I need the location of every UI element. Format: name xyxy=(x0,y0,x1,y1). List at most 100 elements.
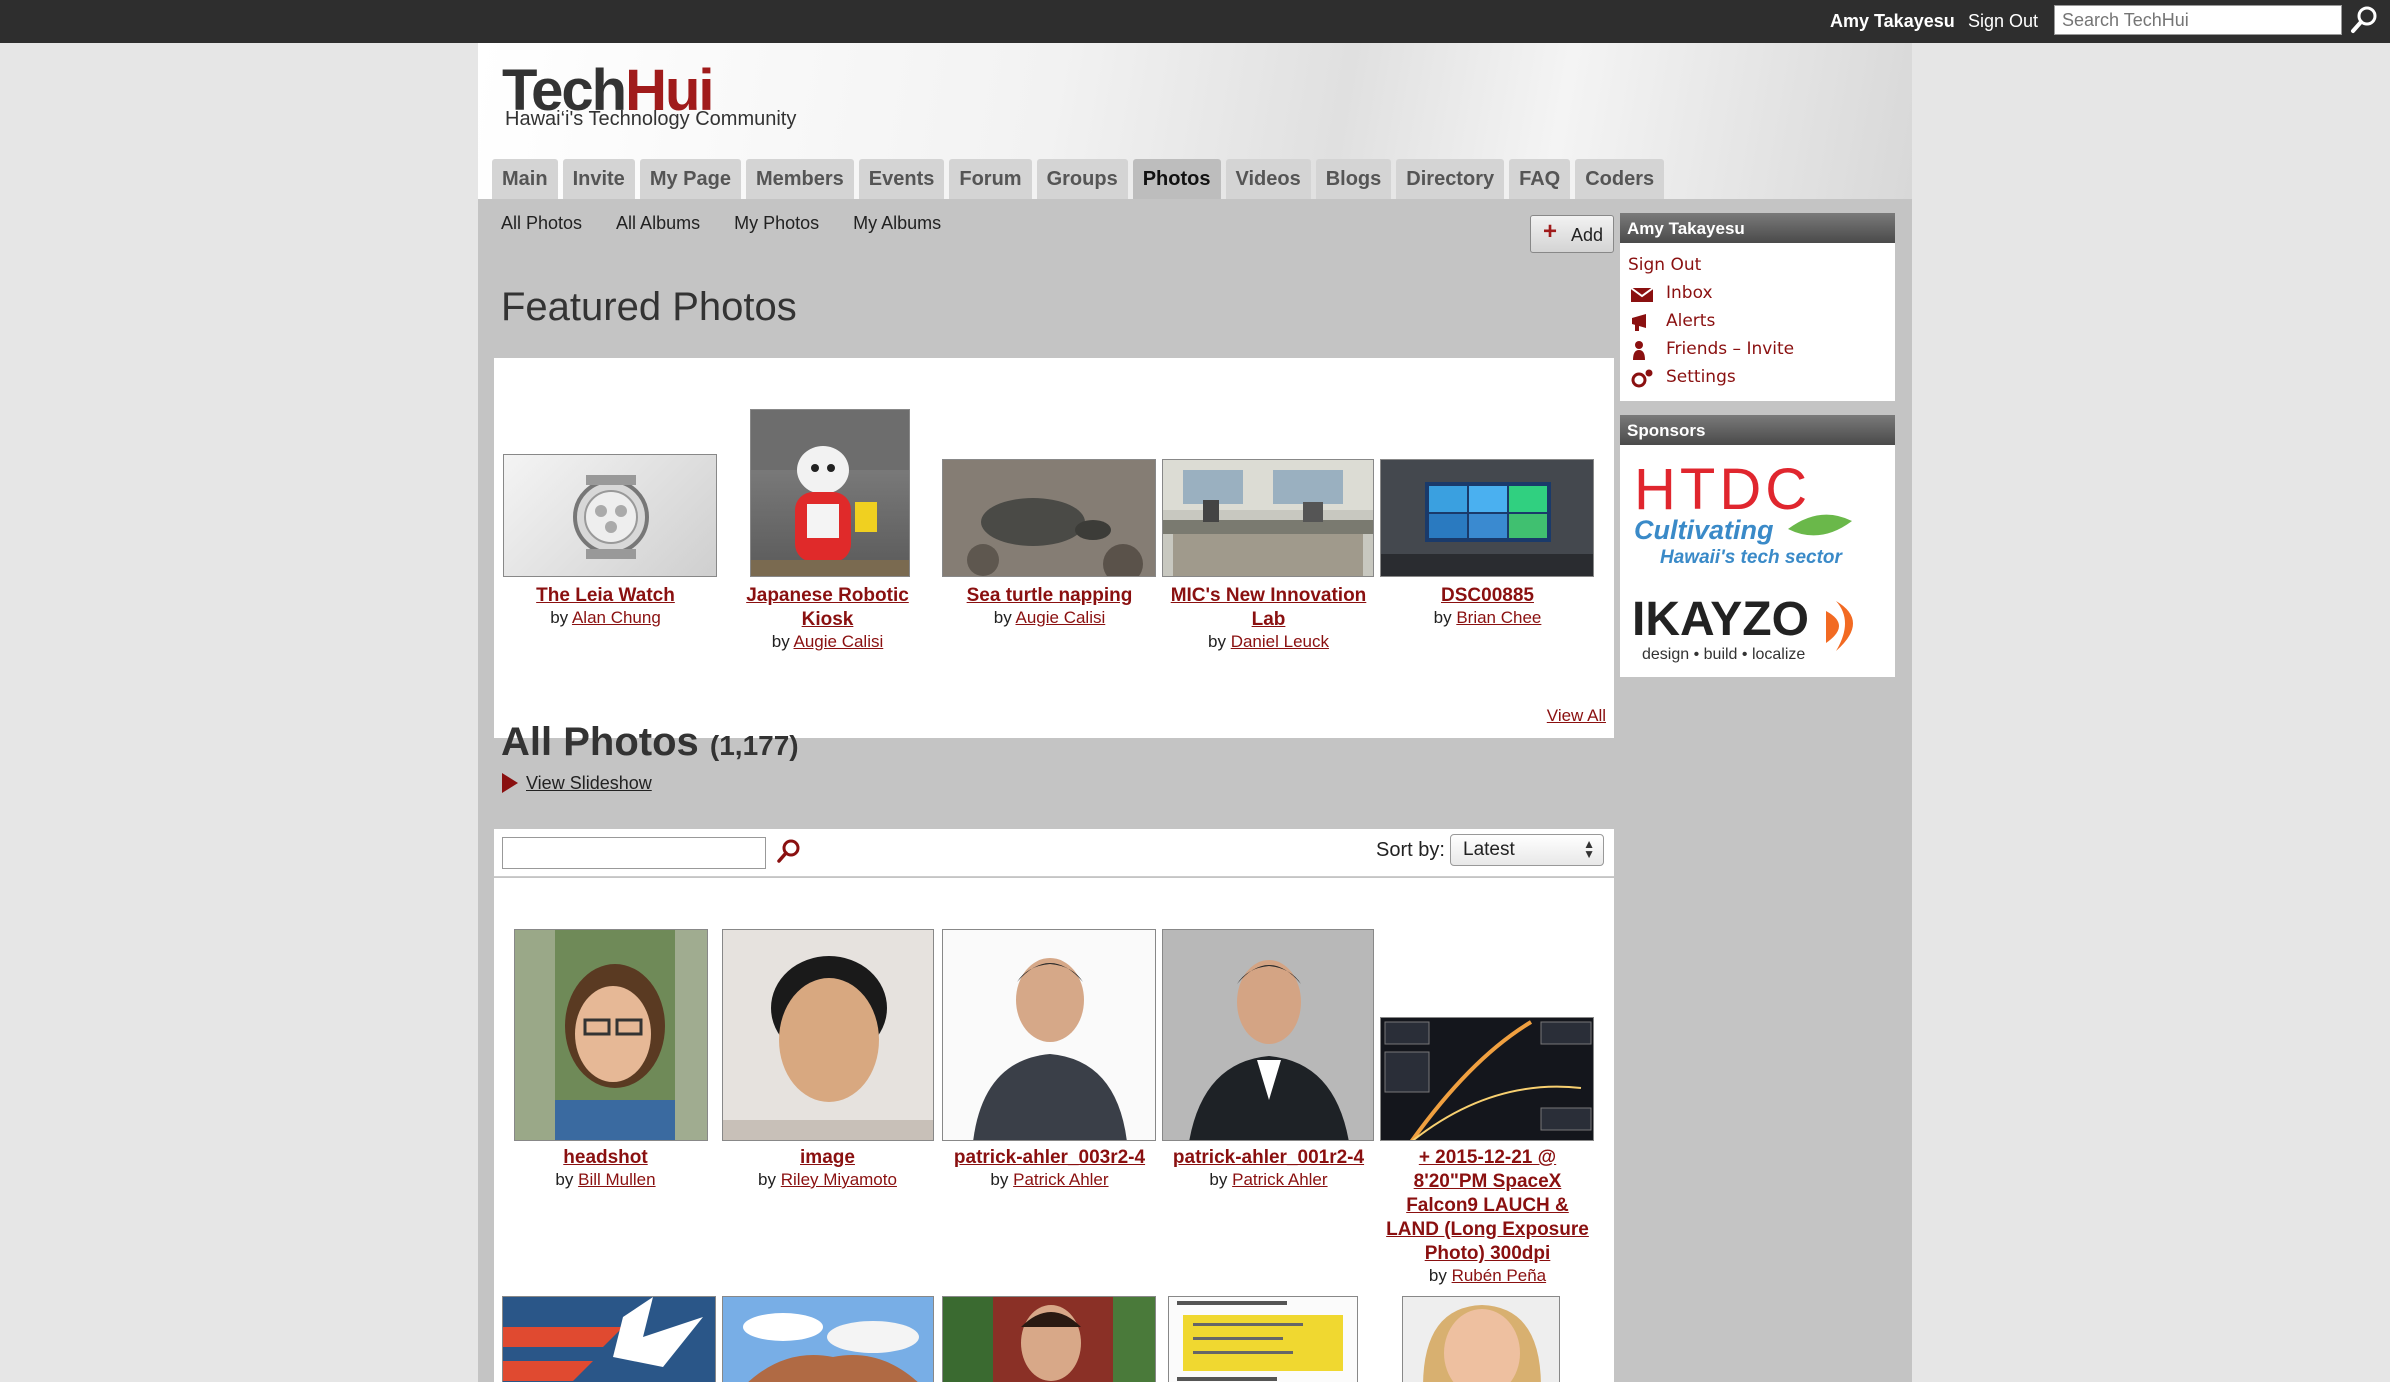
sponsors-box: Sponsors HTDC Cultivating Hawaii's tech … xyxy=(1620,415,1895,677)
subnav-all-albums[interactable]: All Albums xyxy=(616,213,700,234)
author-link[interactable]: Alan Chung xyxy=(572,608,661,627)
site-header: TechHui Hawai‘i's Technology Community M… xyxy=(478,43,1912,199)
friends-label: Friends – Invite xyxy=(1666,339,1795,359)
title-line-1: MIC's New Innovation xyxy=(1170,585,1367,606)
tab-main[interactable]: Main xyxy=(492,159,558,199)
sort-label: Sort by: xyxy=(1376,839,1445,861)
photo-thumb[interactable] xyxy=(722,1296,934,1382)
title-line-2: Kiosk xyxy=(801,609,854,630)
photo-search-input[interactable] xyxy=(502,837,766,869)
by-label: by xyxy=(1428,1266,1447,1285)
photo-title-link[interactable]: patrick-ahler_003r2-4 xyxy=(942,1146,1157,1170)
author-link[interactable]: Augie Calisi xyxy=(794,632,884,651)
author-link[interactable]: Bill Mullen xyxy=(578,1170,655,1189)
title-line-1: Japanese Robotic xyxy=(746,585,909,606)
user-box-header: Amy Takayesu xyxy=(1620,213,1895,243)
photo-thumb[interactable] xyxy=(503,454,717,577)
photo-thumb[interactable] xyxy=(502,1296,716,1382)
tab-forum[interactable]: Forum xyxy=(949,159,1032,199)
photo-thumb[interactable] xyxy=(750,409,910,577)
by-label: by xyxy=(550,608,569,627)
photo-byline: by Riley Miyamoto xyxy=(720,1170,935,1190)
current-user-link[interactable]: Amy Takayesu xyxy=(1830,11,1955,32)
sponsor-logos[interactable]: HTDC Cultivating Hawaii's tech sector IK… xyxy=(1620,445,1895,677)
all-photos-grid: headshot by Bill Mullen image by Riley M… xyxy=(494,878,1614,1382)
photo-thumb[interactable] xyxy=(722,929,934,1141)
photo-count: (1,177) xyxy=(709,730,799,761)
title-line: LAND (Long Exposure xyxy=(1386,1219,1589,1240)
author-link[interactable]: Daniel Leuck xyxy=(1231,632,1329,651)
photo-byline: by Patrick Ahler xyxy=(1161,1170,1376,1190)
by-label: by xyxy=(758,1170,777,1189)
subnav-my-photos[interactable]: My Photos xyxy=(734,213,819,234)
tab-invite[interactable]: Invite xyxy=(562,159,635,199)
htdc-slogan-2: Hawaii's tech sector xyxy=(1660,547,1844,568)
photo-thumb[interactable] xyxy=(1162,929,1374,1141)
author-link[interactable]: Augie Calisi xyxy=(1016,608,1106,627)
subnav-my-albums[interactable]: My Albums xyxy=(853,213,941,234)
photo-title-link[interactable]: Sea turtle napping xyxy=(942,584,1157,608)
photo-byline: by Augie Calisi xyxy=(720,632,935,652)
photo-title-link[interactable]: headshot xyxy=(498,1146,713,1170)
photo-title-link[interactable]: Japanese Robotic Kiosk xyxy=(720,584,935,632)
photo-title-link[interactable]: The Leia Watch xyxy=(498,584,713,608)
sidebar: Amy Takayesu Sign Out Inbox Alerts Frien… xyxy=(1620,213,1895,677)
sidebar-item-alerts[interactable]: Alerts xyxy=(1628,307,1887,335)
tab-coders[interactable]: Coders xyxy=(1575,159,1665,199)
author-link[interactable]: Rubén Peña xyxy=(1452,1266,1547,1285)
play-icon xyxy=(502,773,518,793)
subnav-all-photos[interactable]: All Photos xyxy=(501,213,582,234)
photo-byline: by Rubén Peña xyxy=(1380,1266,1595,1286)
author-link[interactable]: Patrick Ahler xyxy=(1232,1170,1327,1189)
sidebar-sign-out[interactable]: Sign Out xyxy=(1628,251,1887,279)
view-all-link[interactable]: View All xyxy=(1547,706,1606,726)
search-icon[interactable] xyxy=(774,837,804,867)
sidebar-item-inbox[interactable]: Inbox xyxy=(1628,279,1887,307)
author-link[interactable]: Brian Chee xyxy=(1456,608,1541,627)
tab-my-page[interactable]: My Page xyxy=(639,159,741,199)
photo-thumb[interactable] xyxy=(1402,1296,1560,1382)
photo-thumb[interactable] xyxy=(1380,459,1594,577)
htdc-logo: HTDC xyxy=(1634,457,1811,522)
sign-out-link[interactable]: Sign Out xyxy=(1968,11,2038,32)
tab-directory[interactable]: Directory xyxy=(1396,159,1505,199)
search-input[interactable] xyxy=(2054,5,2342,35)
by-label: by xyxy=(1208,632,1226,651)
by-label: by xyxy=(555,1170,574,1189)
sidebar-item-settings[interactable]: Settings xyxy=(1628,363,1887,391)
user-box: Sign Out Inbox Alerts Friends – Invite S… xyxy=(1620,243,1895,401)
photo-title-link[interactable]: image xyxy=(720,1146,935,1170)
photo-thumb[interactable] xyxy=(1162,459,1374,577)
tab-members[interactable]: Members xyxy=(745,159,854,199)
photo-byline: by Alan Chung xyxy=(498,608,713,628)
tab-faq[interactable]: FAQ xyxy=(1509,159,1571,199)
tab-groups[interactable]: Groups xyxy=(1036,159,1128,199)
by-label: by xyxy=(771,632,790,651)
photo-byline: by Augie Calisi xyxy=(942,608,1157,628)
photo-thumb[interactable] xyxy=(514,929,708,1141)
photo-thumb[interactable] xyxy=(942,459,1156,577)
by-label: by xyxy=(990,1170,1009,1189)
ikayzo-logo: IKAYZO xyxy=(1632,593,1809,646)
search-icon[interactable] xyxy=(2348,4,2380,36)
photo-thumb[interactable] xyxy=(1168,1296,1358,1382)
site-tagline: Hawai‘i's Technology Community xyxy=(505,108,797,130)
sidebar-item-friends[interactable]: Friends – Invite xyxy=(1628,335,1887,363)
author-link[interactable]: Riley Miyamoto xyxy=(781,1170,897,1189)
photo-thumb[interactable] xyxy=(1380,1017,1594,1141)
photo-thumb[interactable] xyxy=(942,1296,1156,1382)
sort-select[interactable]: Latest ▲ ▼ xyxy=(1450,834,1604,866)
photo-title-link[interactable]: DSC00885 xyxy=(1380,584,1595,608)
photos-subnav: All Photos All Albums My Photos My Album… xyxy=(501,213,941,234)
photo-title-link[interactable]: + 2015-12-21 @ 8'20"PM SpaceX Falcon9 LA… xyxy=(1380,1146,1595,1266)
tab-blogs[interactable]: Blogs xyxy=(1315,159,1392,199)
tab-events[interactable]: Events xyxy=(858,159,945,199)
main-nav: Main Invite My Page Members Events Forum… xyxy=(492,159,1665,199)
tab-videos[interactable]: Videos xyxy=(1225,159,1311,199)
photo-thumb[interactable] xyxy=(942,929,1156,1141)
photo-title-link[interactable]: MIC's New Innovation Lab xyxy=(1161,584,1376,632)
tab-photos[interactable]: Photos xyxy=(1132,159,1221,199)
add-photo-button[interactable]: + Add xyxy=(1530,215,1614,253)
author-link[interactable]: Patrick Ahler xyxy=(1013,1170,1108,1189)
photo-title-link[interactable]: patrick-ahler_001r2-4 xyxy=(1161,1146,1376,1170)
